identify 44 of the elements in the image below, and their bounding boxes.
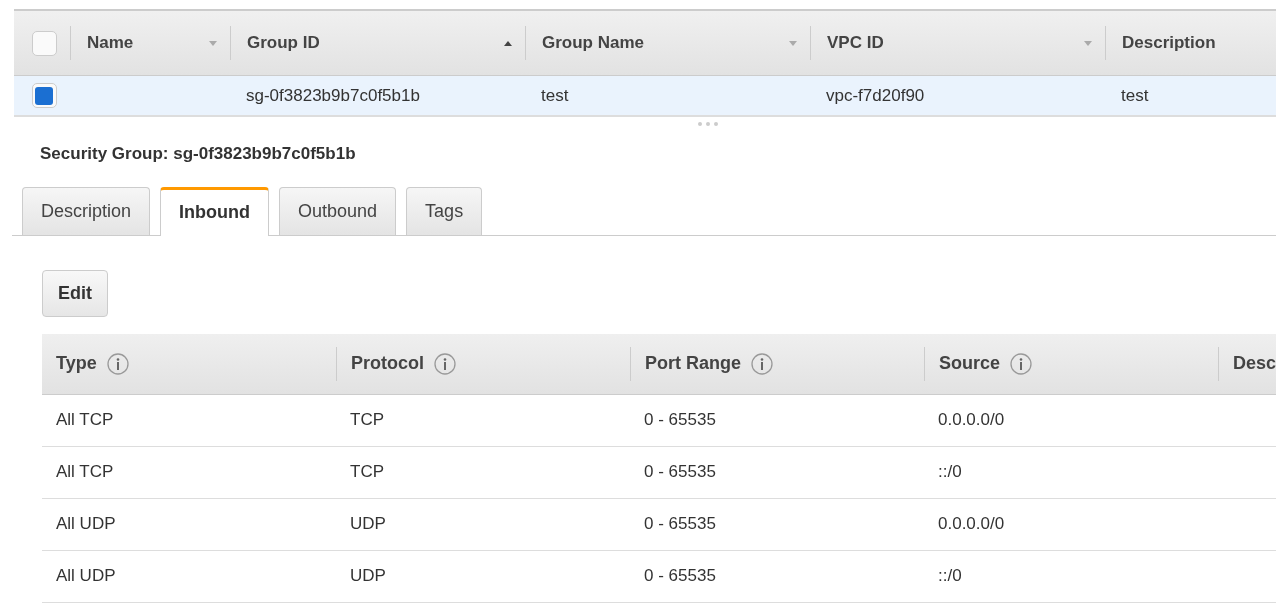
tab[interactable]: Inbound <box>160 186 270 236</box>
table-cell: ::/0 <box>938 566 962 586</box>
info-icon[interactable] <box>106 352 129 375</box>
column-header: Source <box>939 352 1001 375</box>
table-cell: 0 - 65535 <box>644 410 716 430</box>
info-icon[interactable] <box>751 352 773 375</box>
column-header[interactable]: VPC ID <box>827 30 1083 56</box>
table-cell: test <box>1121 85 1149 105</box>
table-cell: TCP <box>350 410 384 430</box>
table-cell: vpc-f7d20f90 <box>826 85 925 105</box>
column-header[interactable]: Group Name <box>542 30 788 56</box>
section-title: Security Group: sg-0f3823b9b7c0f5b1b <box>40 143 357 165</box>
tab[interactable]: Outbound <box>279 186 397 235</box>
column-header[interactable]: Description <box>1122 30 1264 56</box>
table-cell: All TCP <box>56 462 114 482</box>
sort-ascending-icon[interactable] <box>503 39 513 47</box>
column-header: Type <box>56 352 97 375</box>
column-header: Port Range <box>645 352 741 375</box>
table-cell: All UDP <box>56 514 116 534</box>
column-header[interactable]: Name <box>87 30 208 56</box>
table-cell: 0 - 65535 <box>644 566 716 586</box>
table-cell: All UDP <box>56 566 116 586</box>
table-cell: 0.0.0.0/0 <box>938 514 1005 534</box>
table-cell: sg-0f3823b9b7c0f5b1b <box>246 85 420 105</box>
tab[interactable]: Tags <box>406 186 483 235</box>
table-cell: test <box>541 85 569 105</box>
resize-handle-icon[interactable] <box>697 121 719 127</box>
table-cell: 0 - 65535 <box>644 462 716 482</box>
table-cell: 0 - 65535 <box>644 514 716 534</box>
table-cell: ::/0 <box>938 462 962 482</box>
table-cell: All TCP <box>56 410 114 430</box>
table-cell: UDP <box>350 566 386 586</box>
edit-button[interactable]: Edit <box>42 269 108 317</box>
column-header: Desc <box>1233 352 1276 375</box>
info-icon[interactable] <box>434 352 456 375</box>
tab[interactable]: Description <box>22 186 151 235</box>
table-cell: TCP <box>350 462 384 482</box>
table-cell: UDP <box>350 514 386 534</box>
info-icon[interactable] <box>1010 352 1033 375</box>
select-all-checkbox[interactable] <box>31 30 57 56</box>
row-checkbox[interactable] <box>31 83 57 108</box>
column-header: Protocol <box>351 352 424 375</box>
table-cell: 0.0.0.0/0 <box>938 410 1005 430</box>
column-header[interactable]: Group ID <box>247 30 503 56</box>
